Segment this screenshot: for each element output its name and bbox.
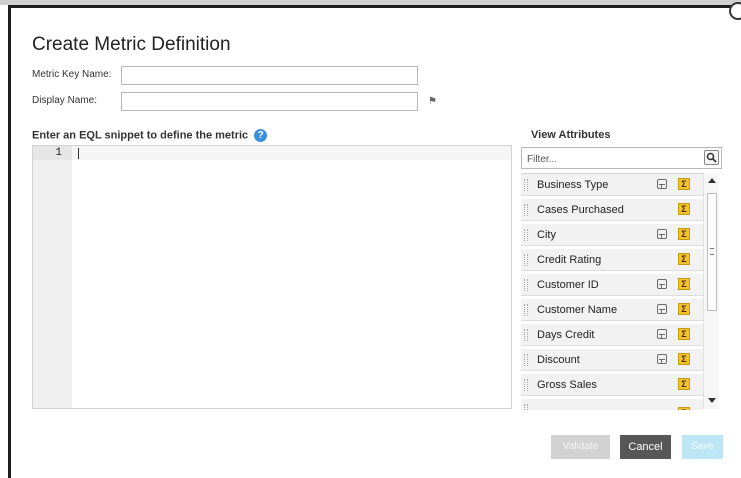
drag-handle-icon[interactable] [524, 204, 528, 216]
attribute-item[interactable]: Customer Name Σ [521, 299, 703, 321]
editor-active-line [72, 146, 511, 160]
dimension-icon [657, 354, 667, 364]
view-attributes-heading: View Attributes [531, 129, 611, 141]
attribute-label: Credit Rating [537, 254, 602, 266]
filter-input[interactable] [522, 148, 705, 170]
eql-section-label: Enter an EQL snippet to define the metri… [32, 129, 268, 142]
scroll-thumb[interactable] [707, 193, 717, 311]
text-cursor [78, 148, 79, 159]
dialog-title: Create Metric Definition [32, 34, 231, 55]
attribute-item[interactable]: Credit Rating Σ [521, 249, 703, 271]
attribute-label: Days Credit [537, 329, 595, 341]
scroll-down-arrow-icon[interactable] [708, 398, 716, 403]
display-name-input[interactable] [121, 92, 418, 111]
sum-icon: Σ [678, 328, 690, 340]
attribute-label: Customer Name [537, 304, 618, 316]
dimension-icon [657, 329, 667, 339]
drag-handle-icon[interactable] [524, 404, 528, 410]
drag-handle-icon[interactable] [524, 304, 528, 316]
drag-handle-icon[interactable] [524, 254, 528, 266]
sum-icon: Σ [678, 303, 690, 315]
search-icon[interactable] [704, 150, 719, 165]
drag-handle-icon[interactable] [524, 179, 528, 191]
attribute-filter[interactable] [521, 147, 722, 170]
dimension-icon [657, 229, 667, 239]
attribute-label: City [537, 229, 556, 241]
validate-button[interactable]: Validate [551, 435, 610, 459]
attribute-item[interactable]: Customer ID Σ [521, 274, 703, 296]
attribute-item[interactable]: Business Type Σ [521, 174, 703, 196]
editor-gutter [33, 146, 72, 408]
attribute-label: Customer ID [537, 279, 599, 291]
attribute-label: Gross Sales [537, 379, 597, 391]
drag-handle-icon[interactable] [524, 329, 528, 341]
attribute-item[interactable]: Days Credit Σ [521, 324, 703, 346]
sum-icon: Σ [678, 228, 690, 240]
dimension-icon [657, 279, 667, 289]
help-icon[interactable]: ? [254, 129, 268, 142]
sum-icon: Σ [678, 278, 690, 290]
metric-key-label: Metric Key Name: [32, 69, 112, 80]
attribute-list-scrollbar[interactable] [703, 173, 719, 409]
close-circle-icon[interactable] [729, 2, 741, 20]
attribute-label: Cases Purchased [537, 204, 624, 216]
dialog-left-border [8, 5, 11, 478]
sum-icon: Σ [678, 253, 690, 265]
sum-icon: Σ [678, 378, 690, 390]
attribute-item[interactable]: Discount Σ [521, 349, 703, 371]
dimension-icon [657, 179, 667, 189]
attribute-label: Business Type [537, 179, 609, 191]
metric-key-input[interactable] [121, 66, 418, 85]
attribute-label: Discount [537, 354, 580, 366]
drag-handle-icon[interactable] [524, 379, 528, 391]
dimension-icon [657, 304, 667, 314]
sum-icon: Σ [678, 407, 690, 410]
sum-icon: Σ [678, 353, 690, 365]
cancel-button[interactable]: Cancel [620, 435, 671, 459]
eql-editor[interactable]: 1 [32, 145, 512, 409]
scroll-grip-icon [710, 248, 714, 255]
drag-handle-icon[interactable] [524, 229, 528, 241]
display-name-label: Display Name: [32, 95, 98, 106]
save-button[interactable]: Save [682, 435, 723, 459]
attribute-list: Business Type Σ Cases Purchased Σ City Σ… [521, 173, 703, 410]
attribute-item[interactable]: Cases Purchased Σ [521, 199, 703, 221]
drag-handle-icon[interactable] [524, 279, 528, 291]
sum-icon: Σ [678, 178, 690, 190]
scroll-up-arrow-icon[interactable] [708, 178, 716, 183]
field-hint-icon: ⚑ [428, 96, 437, 107]
attribute-item-partial[interactable]: Σ [521, 399, 703, 410]
sum-icon: Σ [678, 203, 690, 215]
eql-label-text: Enter an EQL snippet to define the metri… [32, 129, 249, 142]
drag-handle-icon[interactable] [524, 354, 528, 366]
attribute-item[interactable]: City Σ [521, 224, 703, 246]
line-number: 1 [33, 146, 72, 160]
dialog-top-border [8, 5, 741, 8]
attribute-item[interactable]: Gross Sales Σ [521, 374, 703, 396]
